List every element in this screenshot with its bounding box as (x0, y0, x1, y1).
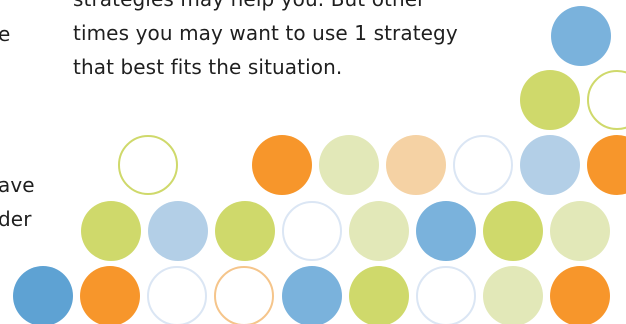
paragraph-line-1: strategies may help you. But other (73, 0, 458, 16)
decorative-circle (550, 266, 610, 324)
decorative-circle (81, 201, 141, 261)
left-text-fragment-3: der (0, 207, 32, 231)
decorative-circle (282, 266, 342, 324)
decorative-circle (520, 135, 580, 195)
decorative-circle (587, 135, 626, 195)
decorative-circle (319, 135, 379, 195)
paragraph-line-3: that best fits the situation. (73, 55, 343, 79)
decorative-circle (551, 6, 611, 66)
decorative-circle (520, 70, 580, 130)
decorative-circle (118, 135, 178, 195)
decorative-circle (13, 266, 73, 324)
decorative-circle (148, 201, 208, 261)
left-text-fragment-2: ave (0, 173, 35, 197)
decorative-circle (349, 201, 409, 261)
paragraph-line-2: times you may want to use 1 strategy (73, 21, 458, 45)
decorative-circle (349, 266, 409, 324)
slide-canvas: strategies may help you. But other times… (0, 0, 626, 324)
decorative-circle (483, 266, 543, 324)
decorative-circle (483, 201, 543, 261)
decorative-circle (416, 266, 476, 324)
decorative-circle (215, 201, 275, 261)
left-text-fragment-1: e (0, 22, 11, 46)
decorative-circle (80, 266, 140, 324)
decorative-circle (587, 70, 626, 130)
body-paragraph: strategies may help you. But other times… (73, 0, 458, 84)
decorative-circle (416, 201, 476, 261)
decorative-circle (386, 135, 446, 195)
decorative-circle (214, 266, 274, 324)
decorative-circle (282, 201, 342, 261)
decorative-circle (252, 135, 312, 195)
decorative-circle (550, 201, 610, 261)
decorative-circle (453, 135, 513, 195)
decorative-circle (147, 266, 207, 324)
